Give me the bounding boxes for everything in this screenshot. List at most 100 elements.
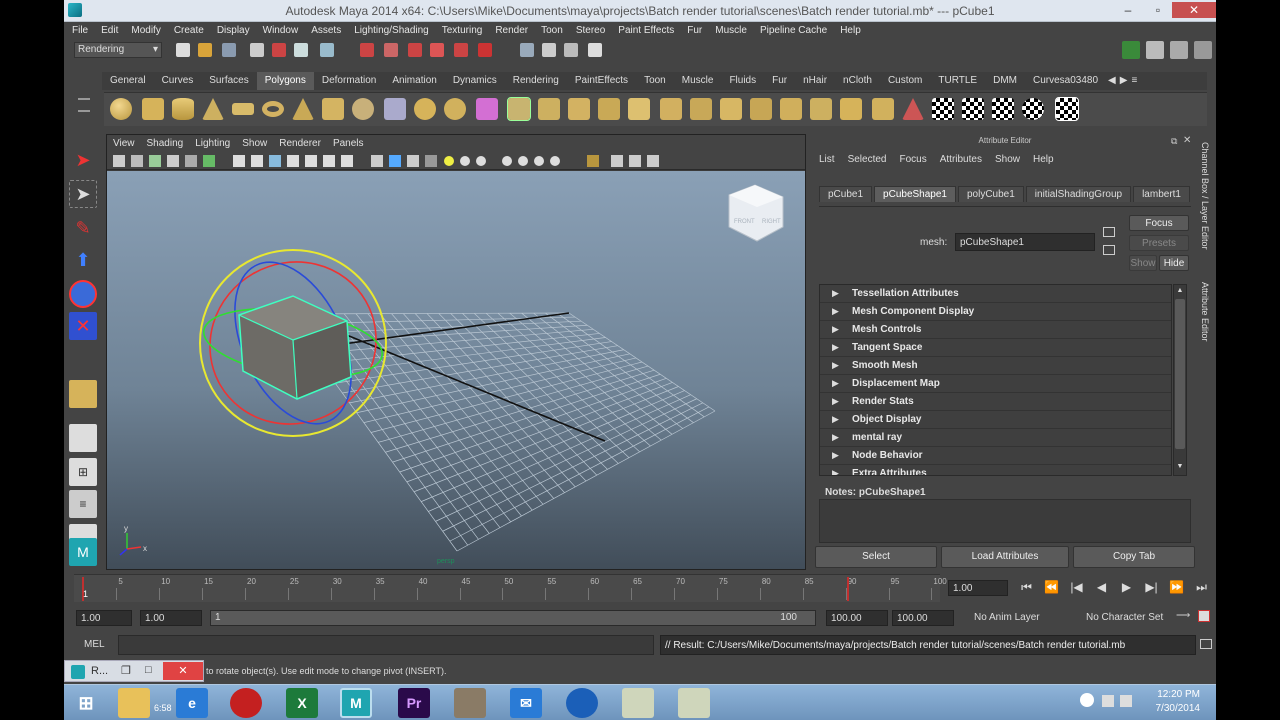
gimp-icon[interactable] [454, 688, 486, 718]
ae-tab-lambert1[interactable]: lambert1 [1133, 186, 1190, 202]
append-icon[interactable] [568, 98, 590, 120]
playback-start-field[interactable]: 1.00 [140, 610, 202, 626]
section-extra-attributes[interactable]: ▶ Extra Attributes [820, 465, 1171, 475]
go-input-icon[interactable] [1103, 227, 1115, 237]
poly-cube-icon[interactable] [142, 98, 164, 120]
mask-icon[interactable] [320, 43, 334, 57]
section-tangent-space[interactable]: ▶ Tangent Space [820, 339, 1171, 357]
section-object-display[interactable]: ▶ Object Display [820, 411, 1171, 429]
excel-icon[interactable]: X [286, 688, 318, 718]
extrude-icon[interactable] [507, 97, 531, 121]
viewport-menu-lighting[interactable]: Lighting [195, 138, 230, 149]
minimize-button[interactable]: – [1114, 2, 1142, 18]
collapse-icon[interactable] [750, 98, 772, 120]
shelf-tab-turtle[interactable]: TURTLE [930, 72, 985, 90]
shelf-scroll-right-button[interactable]: ▶ [1118, 72, 1130, 90]
mesh-name-field[interactable]: pCubeShape1 [955, 233, 1095, 251]
viewport-menu-shading[interactable]: Shading [147, 138, 184, 149]
section-mesh-component-display[interactable]: ▶ Mesh Component Display [820, 303, 1171, 321]
lasso-tool-icon[interactable]: ➤ [69, 180, 97, 208]
auto-key-icon[interactable]: ⟶ [1176, 610, 1190, 621]
uv-layout-icon[interactable] [992, 98, 1014, 120]
four-view-layout-icon[interactable]: ⊞ [69, 458, 97, 486]
shelf-tab-custom[interactable]: Custom [880, 72, 930, 90]
smooth-icon[interactable] [444, 98, 466, 120]
play-forwards-button[interactable]: ▶ [1114, 580, 1139, 595]
focus-button[interactable]: Focus [1129, 215, 1189, 231]
tray-network-icon[interactable] [1080, 693, 1094, 707]
menu-display[interactable]: Display [217, 25, 250, 36]
maya-logo-icon[interactable]: M [69, 538, 97, 566]
go-output-icon[interactable] [1103, 245, 1115, 255]
shelf-tab-muscle[interactable]: Muscle [674, 72, 722, 90]
poly-soccer-ball-icon[interactable] [352, 98, 374, 120]
poly-pipe-icon[interactable] [322, 98, 344, 120]
show-button[interactable]: Show [1129, 255, 1157, 271]
sections-scrollbar[interactable]: ▲ ▼ [1173, 284, 1187, 476]
poly-cylinder-icon[interactable] [172, 98, 194, 120]
snap-grid-icon[interactable] [360, 43, 374, 57]
menu-window[interactable]: Window [263, 25, 299, 36]
time-slider[interactable]: 5 10 15 20 25 30 35 40 45 50 55 60 65 70 75 80 85 90 95 100… [74, 574, 947, 602]
viewport-toolbar-icons[interactable] [107, 152, 667, 170]
step-forward-key-button[interactable]: ⏩ [1164, 580, 1189, 595]
scroll-down-icon[interactable]: ▼ [1175, 463, 1185, 473]
shelf-tab-general[interactable]: General [102, 72, 154, 90]
scale-tool-icon[interactable]: ✕ [69, 312, 97, 340]
menu-toon[interactable]: Toon [541, 25, 563, 36]
menu-assets[interactable]: Assets [311, 25, 341, 36]
shelf-tab-polygons[interactable]: Polygons [256, 72, 314, 90]
menu-paint-effects[interactable]: Paint Effects [618, 25, 674, 36]
poly-torus-icon[interactable] [262, 101, 284, 117]
menu-help[interactable]: Help [840, 25, 861, 36]
toggle-attribute-editor-icon[interactable] [1122, 41, 1140, 59]
perspective-viewport[interactable]: View Shading Lighting Show Renderer Pane… [106, 134, 806, 570]
system-clock[interactable]: 12:20 PM 7/30/2014 [1156, 688, 1201, 716]
go-to-start-button[interactable]: ⏮ [1014, 580, 1039, 595]
open-scene-icon[interactable] [198, 43, 212, 57]
ae-menu-list[interactable]: List [819, 154, 835, 165]
poke-icon[interactable] [840, 98, 862, 120]
delete-edge-icon[interactable] [780, 98, 802, 120]
bevel-icon[interactable] [628, 98, 650, 120]
shelf-tab-fluids[interactable]: Fluids [721, 72, 764, 90]
section-displacement-map[interactable]: ▶ Displacement Map [820, 375, 1171, 393]
ae-tab-pcube1[interactable]: pCube1 [819, 186, 873, 202]
single-layout-icon[interactable] [69, 424, 97, 452]
outlook-icon[interactable]: ✉ [510, 688, 542, 718]
load-attributes-button[interactable]: Load Attributes [941, 546, 1069, 568]
shelf-tab-curvesa03480[interactable]: Curvesa03480 [1025, 72, 1106, 90]
ae-tab-pcubeshape1[interactable]: pCubeShape1 [874, 186, 956, 202]
scroll-thumb[interactable] [1175, 299, 1185, 449]
section-mesh-controls[interactable]: ▶ Mesh Controls [820, 321, 1171, 339]
menu-texturing[interactable]: Texturing [442, 25, 483, 36]
range-bar[interactable]: 1 100 [210, 610, 816, 626]
mini-maximize-icon[interactable]: □ [145, 664, 152, 676]
separate-icon[interactable] [414, 98, 436, 120]
uv-editor-icon[interactable] [962, 98, 984, 120]
shelf-tab-curves[interactable]: Curves [154, 72, 202, 90]
ae-tab-initialshadinggroup[interactable]: initialShadingGroup [1025, 186, 1132, 202]
shelf-scroll-left-button[interactable]: ◀ [1106, 72, 1118, 90]
poly-plane-icon[interactable] [232, 103, 254, 115]
anim-layer-dropdown[interactable]: No Anim Layer [974, 612, 1040, 623]
playback-end-field[interactable]: 100.00 [826, 610, 888, 626]
acrobat-icon[interactable] [230, 688, 262, 718]
menu-set-dropdown[interactable]: Rendering [74, 42, 162, 58]
channel-box-tab[interactable]: Channel Box / Layer Editor [1200, 142, 1210, 250]
shelf-tab-dmm[interactable]: DMM [985, 72, 1025, 90]
poly-pyramid-icon[interactable] [292, 98, 314, 120]
wedge-icon[interactable] [810, 98, 832, 120]
shelf-menu-button[interactable]: ≡ [1129, 72, 1139, 90]
toggle-layer-editor-icon[interactable] [1194, 41, 1212, 59]
animation-end-field[interactable]: 100.00 [892, 610, 954, 626]
outliner-layout-icon[interactable]: ≡ [69, 490, 97, 518]
shelf-tab-nhair[interactable]: nHair [795, 72, 835, 90]
go-to-end-button[interactable]: ⏭ [1189, 580, 1214, 595]
shelf-tab-dynamics[interactable]: Dynamics [445, 72, 505, 90]
tray-flag-icon[interactable] [1120, 695, 1132, 707]
internet-explorer-icon[interactable]: e [176, 688, 208, 718]
shelf-tab-rendering[interactable]: Rendering [505, 72, 567, 90]
animation-start-field[interactable]: 1.00 [76, 610, 132, 626]
menu-fur[interactable]: Fur [687, 25, 702, 36]
